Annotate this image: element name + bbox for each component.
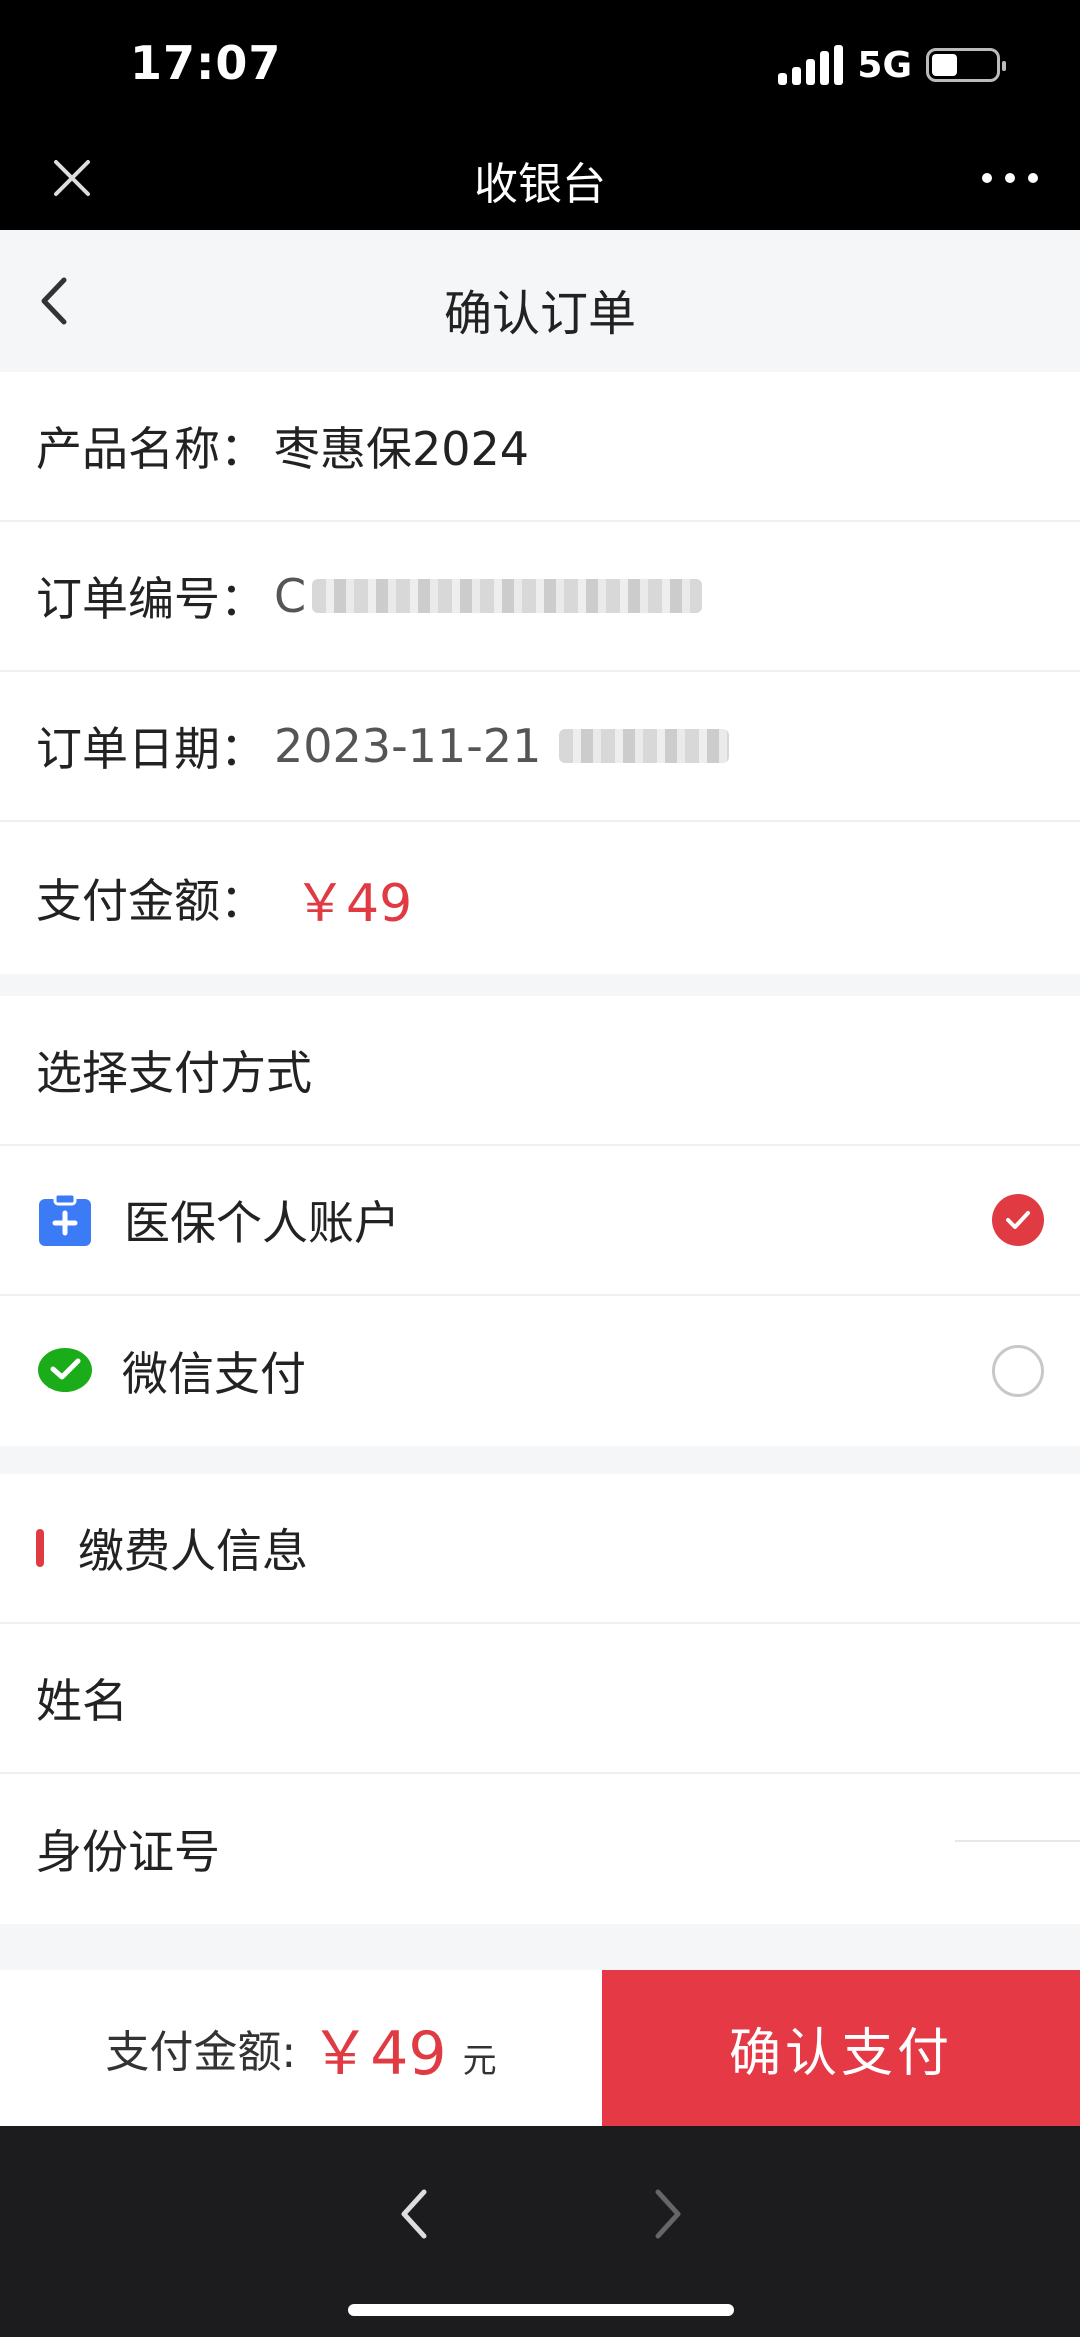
order-time-redacted [559, 729, 730, 763]
order-date-label: 订单日期： [36, 722, 266, 776]
payer-section-header: 缴费人信息 [0, 1474, 1080, 1624]
browser-nav-bar [0, 2126, 1080, 2337]
page-title: 确认订单 [443, 286, 636, 342]
medical-card-icon [39, 1192, 91, 1246]
payment-option-label: 微信支付 [122, 1347, 306, 1401]
webview-header: 收银台 [0, 130, 1080, 230]
payer-id-label: 身份证号 [36, 1825, 220, 1879]
battery-icon [926, 48, 1006, 82]
wechat-pay-icon [38, 1348, 92, 1392]
amount-row: 支付金额： ￥49 [0, 822, 1080, 974]
pay-total-amount: ￥49 [310, 2018, 447, 2089]
product-label: 产品名称： [36, 422, 266, 476]
payer-section-title: 缴费人信息 [78, 1524, 308, 1578]
order-number-redacted [312, 579, 703, 613]
payment-option-medical[interactable]: 医保个人账户 [0, 1146, 1080, 1296]
order-info-card: 产品名称： 枣惠保2024 订单编号： C 订单日期： 2023-11-21 支… [0, 372, 1080, 974]
order-number-prefix: C [274, 569, 307, 623]
product-row: 产品名称： 枣惠保2024 [0, 372, 1080, 522]
nav-bar: 确认订单 [0, 230, 1080, 372]
payer-name-row[interactable]: 姓名 [0, 1624, 1080, 1774]
amount-label: 支付金额： [36, 874, 266, 928]
radio-unchecked[interactable] [992, 1345, 1044, 1397]
signal-icon [778, 45, 844, 85]
payment-section-title: 选择支付方式 [36, 1046, 312, 1100]
product-name: 枣惠保2024 [274, 422, 530, 476]
payer-info-card: 缴费人信息 姓名 身份证号 [0, 1474, 1080, 1924]
payer-name-label: 姓名 [36, 1674, 128, 1728]
amount-value: ￥49 [294, 873, 413, 934]
radio-checked[interactable] [992, 1194, 1044, 1246]
order-date: 2023-11-21 [274, 719, 542, 773]
webview-title: 收银台 [474, 159, 606, 210]
status-time: 17:07 [130, 36, 282, 90]
browser-forward-icon[interactable] [644, 2182, 690, 2246]
payment-option-wechat[interactable]: 微信支付 [0, 1296, 1080, 1446]
payer-id-row[interactable]: 身份证号 [0, 1774, 1080, 1924]
network-type: 5G [857, 44, 912, 86]
check-icon [1006, 1211, 1030, 1229]
pay-total-label: 支付金额: [105, 2027, 297, 2078]
browser-back-icon[interactable] [392, 2182, 438, 2246]
payment-option-label: 医保个人账户 [124, 1196, 400, 1250]
payment-method-card: 选择支付方式 医保个人账户 微信支付 [0, 996, 1080, 1446]
status-bar: 17:07 5G [0, 0, 1080, 130]
more-icon[interactable] [982, 168, 1038, 188]
order-number-row: 订单编号： C [0, 522, 1080, 672]
pay-bar: 支付金额: ￥49 元 确认支付 [0, 1970, 1080, 2126]
order-date-row: 订单日期： 2023-11-21 [0, 672, 1080, 822]
status-indicators: 5G [778, 40, 1006, 90]
order-number-label: 订单编号： [36, 572, 266, 626]
payment-section-header: 选择支付方式 [0, 996, 1080, 1146]
pay-total-unit: 元 [462, 2040, 497, 2081]
pay-total: 支付金额: ￥49 元 [0, 1970, 602, 2126]
confirm-pay-button[interactable]: 确认支付 [602, 1970, 1080, 2126]
page: 17:07 5G 收银台 确认订单 产品名称： 枣惠保2024 订单编号： C … [0, 0, 1080, 2337]
home-indicator[interactable] [348, 2304, 734, 2316]
section-marker [36, 1529, 44, 1567]
id-input-underline [955, 1840, 1080, 1842]
